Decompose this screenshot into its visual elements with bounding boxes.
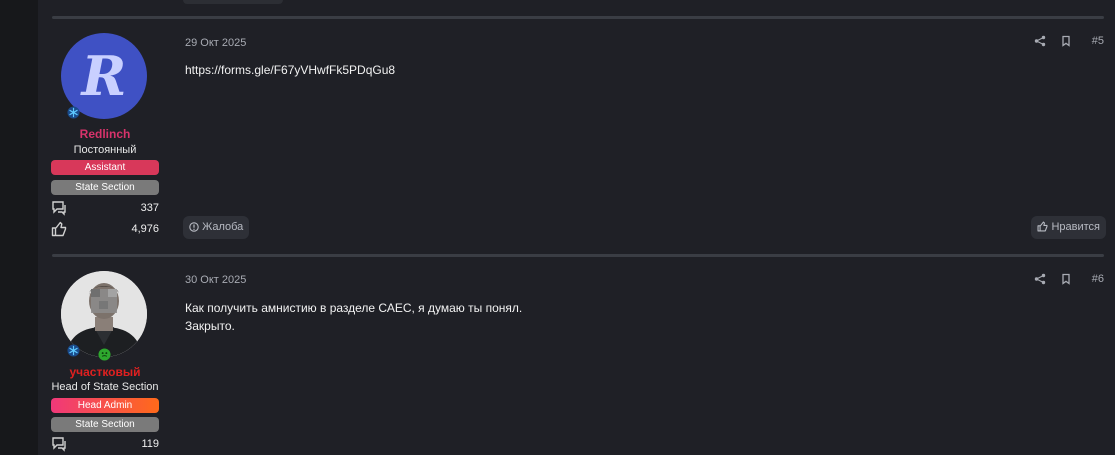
snowflake-badge-icon bbox=[67, 344, 80, 357]
smiley-badge-icon bbox=[98, 348, 111, 361]
message-line: Закрыто. bbox=[185, 319, 235, 333]
bookmark-icon[interactable] bbox=[1060, 35, 1072, 47]
reactions-count: 4,976 bbox=[131, 223, 159, 235]
thumbs-up-icon bbox=[51, 221, 67, 237]
messages-stat: 119 bbox=[51, 436, 159, 452]
post-5: R Redlinch Постоянный Assistant State Se… bbox=[38, 19, 1115, 254]
snowflake-badge-icon bbox=[67, 106, 80, 119]
role-badge-state-section: State Section bbox=[51, 180, 159, 195]
messages-count: 119 bbox=[141, 438, 159, 450]
left-gutter bbox=[0, 0, 38, 455]
role-badge-head-admin: Head Admin bbox=[51, 398, 159, 413]
post-6: участковый Head of State Section Head Ad… bbox=[38, 257, 1115, 455]
message-line[interactable]: https://forms.gle/F67yVHwfFk5PDqGu8 bbox=[185, 61, 395, 79]
share-icon[interactable] bbox=[1034, 35, 1046, 47]
report-label: Жалоба bbox=[202, 221, 244, 233]
avatar-letter: R bbox=[81, 44, 127, 108]
post-number[interactable]: #6 bbox=[1092, 273, 1104, 285]
role-badge-state-section: State Section bbox=[51, 417, 159, 432]
report-button[interactable]: Жалоба bbox=[183, 216, 250, 239]
messages-icon bbox=[52, 201, 66, 216]
thread-container: R Redlinch Постоянный Assistant State Se… bbox=[38, 0, 1115, 455]
user-title: Head of State Section bbox=[51, 381, 159, 393]
bookmark-icon[interactable] bbox=[1060, 273, 1072, 285]
username[interactable]: Redlinch bbox=[38, 127, 172, 141]
user-title: Постоянный bbox=[73, 144, 137, 156]
messages-count: 337 bbox=[140, 202, 159, 214]
message-line: Как получить амнистию в разделе САЕС, я … bbox=[185, 301, 523, 315]
post-date[interactable]: 29 Окт 2025 bbox=[185, 37, 246, 49]
like-button[interactable]: Нравится bbox=[1031, 216, 1106, 239]
post-message: Как получить амнистию в разделе САЕС, я … bbox=[185, 299, 522, 335]
alert-circle-icon bbox=[189, 222, 199, 232]
role-badge-assistant: Assistant bbox=[51, 160, 159, 175]
messages-icon bbox=[52, 437, 66, 452]
like-label: Нравится bbox=[1051, 221, 1100, 233]
username[interactable]: участковый bbox=[38, 365, 172, 379]
share-icon[interactable] bbox=[1034, 273, 1046, 285]
previous-post-action-remnant bbox=[183, 0, 283, 4]
reactions-stat: 4,976 bbox=[51, 221, 159, 237]
messages-stat: 337 bbox=[51, 200, 159, 216]
post-tools: #5 bbox=[1034, 35, 1104, 51]
thumbs-up-icon bbox=[1037, 221, 1048, 232]
post-date[interactable]: 30 Окт 2025 bbox=[185, 274, 246, 286]
post-tools: #6 bbox=[1034, 273, 1104, 289]
post-message: https://forms.gle/F67yVHwfFk5PDqGu8 bbox=[185, 61, 395, 79]
post-number[interactable]: #5 bbox=[1092, 35, 1104, 47]
